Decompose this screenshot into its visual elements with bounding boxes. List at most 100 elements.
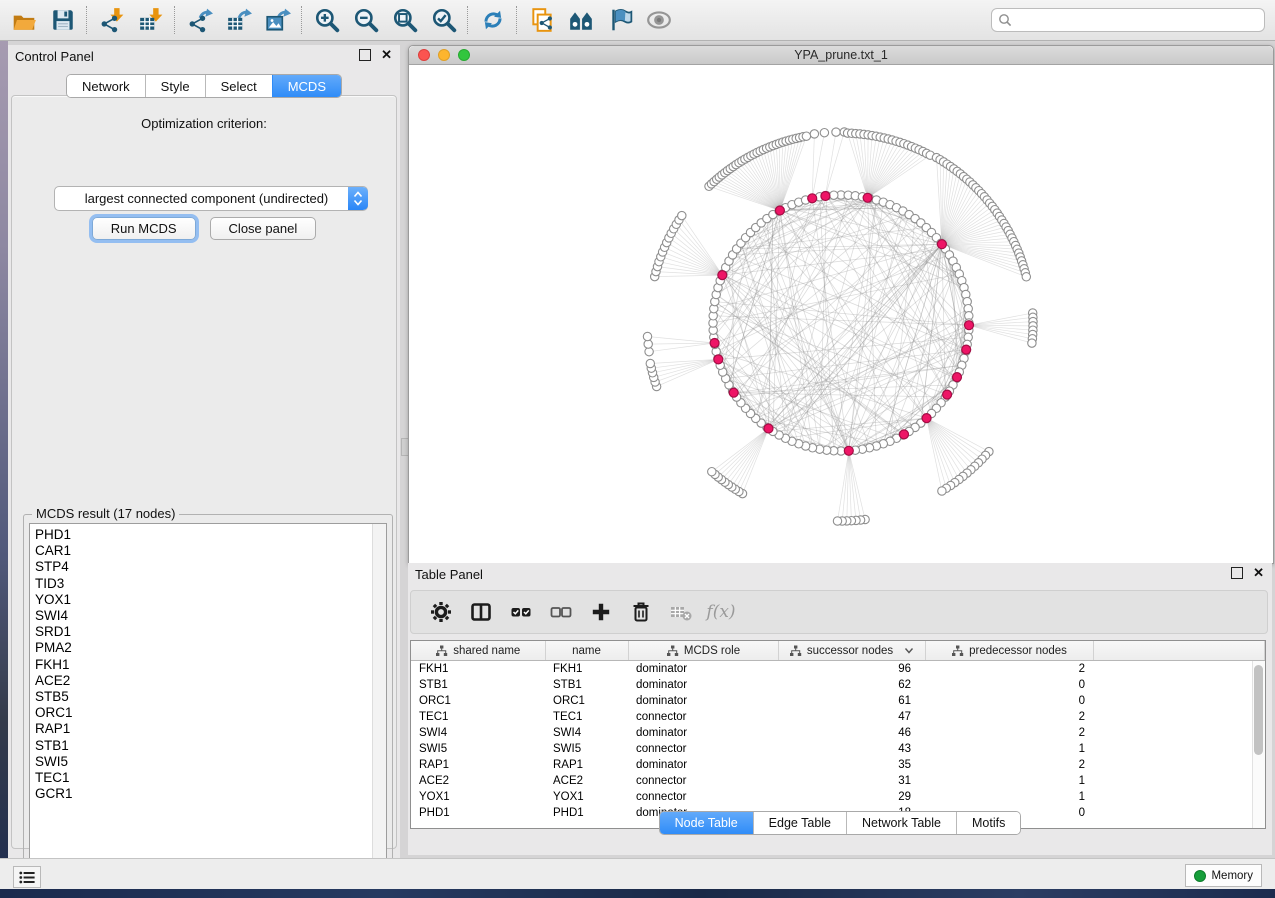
task-history-button[interactable] [13, 866, 41, 888]
column-header-successor-nodes[interactable]: successor nodes [778, 641, 925, 661]
table-row[interactable]: FKH1FKH1dominator962 [411, 661, 1265, 678]
table-scrollbar[interactable] [1252, 661, 1265, 828]
column-header-predecessor-nodes[interactable]: predecessor nodes [925, 641, 1093, 661]
column-header-name[interactable]: name [545, 641, 628, 661]
zoom-selected-icon[interactable] [430, 7, 457, 34]
zoom-fit-icon[interactable] [391, 7, 418, 34]
list-item[interactable]: GCR1 [35, 786, 373, 802]
split-columns-icon[interactable] [469, 600, 493, 624]
list-item[interactable]: STB5 [35, 689, 373, 705]
desktop: Control Panel ✕ NetworkStyleSelectMCDS O… [0, 0, 1275, 898]
add-column-icon[interactable] [589, 600, 613, 624]
table-toolbar: f(x) [410, 590, 1268, 634]
network-view[interactable] [409, 65, 1271, 562]
tab-node-table[interactable]: Node Table [660, 812, 753, 834]
close-panel-button[interactable]: Close panel [210, 217, 317, 240]
list-item[interactable]: YOX1 [35, 592, 373, 608]
workspace: Control Panel ✕ NetworkStyleSelectMCDS O… [8, 41, 1275, 858]
first-neighbors-icon[interactable] [567, 7, 594, 34]
memory-label: Memory [1211, 870, 1253, 882]
list-scrollbar[interactable] [372, 524, 386, 877]
apply-function-icon: f(x) [709, 600, 733, 624]
mcds-result-listbox[interactable]: PHD1CAR1STP4TID3YOX1SWI4SRD1PMA2FKH1ACE2… [29, 523, 387, 878]
list-item[interactable]: SWI5 [35, 754, 373, 770]
float-table-panel-icon[interactable] [1231, 567, 1243, 579]
refresh-icon[interactable] [479, 7, 506, 34]
table-row[interactable]: ACE2ACE2connector311 [411, 773, 1265, 789]
list-item[interactable]: SRD1 [35, 624, 373, 640]
float-panel-icon[interactable] [359, 49, 371, 61]
function-glyph: f(x) [706, 602, 735, 622]
list-item[interactable]: ORC1 [35, 705, 373, 721]
tab-edge-table[interactable]: Edge Table [753, 812, 846, 834]
control-panel-titlebar: Control Panel ✕ [8, 45, 400, 67]
network-window-titlebar[interactable]: YPA_prune.txt_1 [409, 46, 1273, 65]
optimization-criterion-label: Optimization criterion: [12, 116, 396, 131]
deselect-all-icon[interactable] [549, 600, 573, 624]
search-area [991, 8, 1265, 32]
table-panel: Table Panel ✕ f(x) shared namenameMCDS r… [408, 563, 1272, 855]
optimization-criterion-select[interactable]: largest connected component (undirected) [54, 186, 368, 211]
delete-column-icon[interactable] [629, 600, 653, 624]
save-icon[interactable] [49, 7, 76, 34]
status-bar: Memory [0, 858, 1275, 889]
open-icon[interactable] [10, 7, 37, 34]
network-canvas[interactable] [409, 65, 1271, 562]
list-item[interactable]: STB1 [35, 738, 373, 754]
select-all-icon[interactable] [509, 600, 533, 624]
zoom-out-icon[interactable] [352, 7, 379, 34]
table-panel-title: Table Panel [408, 567, 483, 582]
main-toolbar [0, 0, 1275, 41]
column-header-MCDS-role[interactable]: MCDS role [628, 641, 778, 661]
toolbar-separator [301, 6, 303, 34]
list-item[interactable]: SWI4 [35, 608, 373, 624]
zoom-in-icon[interactable] [313, 7, 340, 34]
list-item[interactable]: TID3 [35, 576, 373, 592]
list-item[interactable]: PHD1 [35, 527, 373, 543]
network-window-title: YPA_prune.txt_1 [409, 48, 1273, 62]
list-item[interactable]: RAP1 [35, 721, 373, 737]
list-item[interactable]: TEC1 [35, 770, 373, 786]
table-row[interactable]: SWI4SWI4dominator462 [411, 725, 1265, 741]
list-icon [19, 871, 35, 884]
tab-network[interactable]: Network [67, 75, 145, 97]
table-row[interactable]: STB1STB1dominator620 [411, 677, 1265, 693]
export-network-icon[interactable] [186, 7, 213, 34]
export-table-icon[interactable] [225, 7, 252, 34]
list-item[interactable]: FKH1 [35, 657, 373, 673]
table-row[interactable]: SWI5SWI5connector431 [411, 741, 1265, 757]
toolbar-separator [467, 6, 469, 34]
export-image-icon[interactable] [264, 7, 291, 34]
settings-icon[interactable] [429, 600, 453, 624]
import-table-icon[interactable] [137, 7, 164, 34]
tab-mcds[interactable]: MCDS [272, 75, 341, 97]
table-scrollbar-thumb[interactable] [1254, 665, 1263, 755]
close-panel-icon[interactable]: ✕ [381, 50, 392, 60]
list-item[interactable]: STP4 [35, 559, 373, 575]
table-row[interactable]: YOX1YOX1connector291 [411, 789, 1265, 805]
table-panel-titlebar: Table Panel ✕ [408, 563, 1272, 585]
desktop-wallpaper [0, 889, 1275, 898]
control-panel: Control Panel ✕ NetworkStyleSelectMCDS O… [8, 45, 400, 858]
new-network-from-selection-icon[interactable] [528, 7, 555, 34]
memory-status-icon [1194, 870, 1206, 882]
list-item[interactable]: ACE2 [35, 673, 373, 689]
close-table-panel-icon[interactable]: ✕ [1253, 568, 1264, 578]
hide-graphics-details-icon[interactable] [606, 7, 633, 34]
table-row[interactable]: TEC1TEC1connector472 [411, 709, 1265, 725]
table-row[interactable]: ORC1ORC1dominator610 [411, 693, 1265, 709]
tab-select[interactable]: Select [205, 75, 272, 97]
run-mcds-button[interactable]: Run MCDS [92, 217, 196, 240]
import-network-icon[interactable] [98, 7, 125, 34]
table-row[interactable]: RAP1RAP1dominator352 [411, 757, 1265, 773]
search-input[interactable] [991, 8, 1265, 32]
tab-style[interactable]: Style [145, 75, 205, 97]
node-table: shared namenameMCDS rolesuccessor nodesp… [410, 640, 1266, 829]
toolbar-separator [516, 6, 518, 34]
list-item[interactable]: CAR1 [35, 543, 373, 559]
column-header-shared-name[interactable]: shared name [411, 641, 545, 661]
tab-motifs[interactable]: Motifs [956, 812, 1020, 834]
tab-network-table[interactable]: Network Table [846, 812, 956, 834]
list-item[interactable]: PMA2 [35, 640, 373, 656]
memory-button[interactable]: Memory [1185, 864, 1262, 887]
